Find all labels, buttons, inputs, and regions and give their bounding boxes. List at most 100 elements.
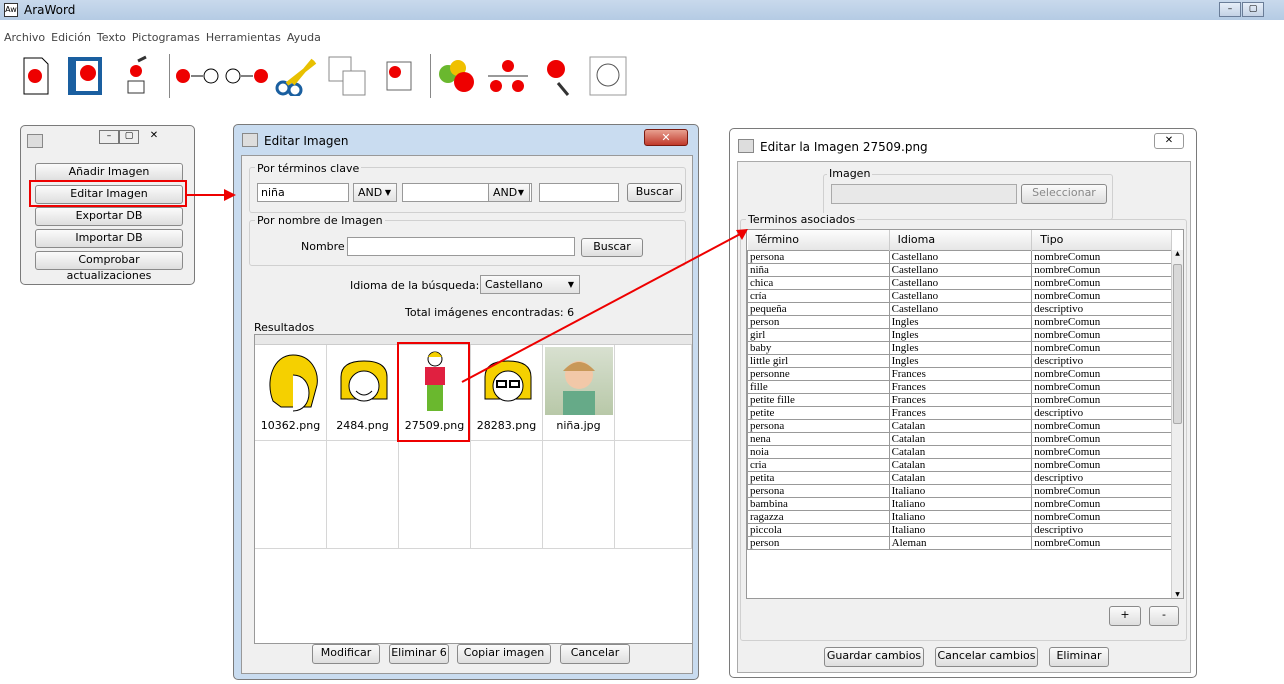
table-row[interactable]: baby Ingles nombreComun: [747, 340, 1172, 355]
table-row[interactable]: personne Frances nombreComun: [747, 366, 1172, 381]
cell-idioma[interactable]: Ingles: [888, 353, 1033, 368]
result-2484[interactable]: 2484.png: [327, 345, 399, 441]
cell-idioma[interactable]: Catalan: [888, 431, 1033, 446]
copy-pictogram-icon[interactable]: [325, 53, 369, 99]
table-row[interactable]: persona Italiano nombreComun: [747, 483, 1172, 498]
link-left-icon[interactable]: [175, 53, 219, 99]
cell-tipo[interactable]: nombreComun: [1031, 496, 1172, 511]
cancelar-cambios-button[interactable]: Cancelar cambios: [935, 647, 1038, 667]
cell-tipo[interactable]: nombreComun: [1031, 418, 1172, 433]
cell-idioma[interactable]: Catalan: [888, 457, 1033, 472]
cell-idioma[interactable]: Castellano: [888, 275, 1033, 290]
cell-tipo[interactable]: nombreComun: [1031, 483, 1172, 498]
cell-idioma[interactable]: Ingles: [888, 314, 1033, 329]
keyword3-input[interactable]: [539, 183, 619, 202]
table-row[interactable]: nena Catalan nombreComun: [747, 431, 1172, 446]
eliminar-imagen-button[interactable]: Eliminar: [1049, 647, 1109, 667]
cell-idioma[interactable]: Castellano: [888, 262, 1033, 277]
guardar-cambios-button[interactable]: Guardar cambios: [824, 647, 924, 667]
menu-texto[interactable]: Texto: [97, 31, 126, 44]
column-header-termino[interactable]: Término: [747, 230, 890, 250]
table-row[interactable]: petite fille Frances nombreComun: [747, 392, 1172, 407]
cell-idioma[interactable]: Ingles: [888, 340, 1033, 355]
cell-termino[interactable]: baby: [747, 340, 890, 355]
table-row[interactable]: cria Catalan nombreComun: [747, 457, 1172, 472]
table-row[interactable]: little girl Ingles descriptivo: [747, 353, 1172, 368]
cell-termino[interactable]: persona: [747, 418, 890, 433]
table-row[interactable]: ragazza Italiano nombreComun: [747, 509, 1172, 524]
table-row[interactable]: fille Frances nombreComun: [747, 379, 1172, 394]
image-path-input[interactable]: [831, 184, 1017, 204]
table-row[interactable]: person Aleman nombreComun: [747, 535, 1172, 550]
cell-tipo[interactable]: nombreComun: [1031, 249, 1172, 264]
importar-db-button[interactable]: Importar DB: [35, 229, 183, 248]
seleccionar-button[interactable]: Seleccionar: [1021, 184, 1107, 204]
paste-pictogram-icon[interactable]: [375, 53, 419, 99]
pictogram-grid-icon[interactable]: [486, 53, 530, 99]
cell-tipo[interactable]: descriptivo: [1031, 353, 1172, 368]
cell-tipo[interactable]: nombreComun: [1031, 509, 1172, 524]
menu-herramientas[interactable]: Herramientas: [206, 31, 281, 44]
table-scrollbar[interactable]: ▲ ▼: [1171, 250, 1183, 598]
cell-tipo[interactable]: descriptivo: [1031, 470, 1172, 485]
cell-idioma[interactable]: Castellano: [888, 249, 1033, 264]
cell-termino[interactable]: niña: [747, 262, 890, 277]
scroll-down-icon[interactable]: ▼: [1172, 591, 1183, 598]
close-button[interactable]: ✕: [139, 130, 169, 144]
cell-tipo[interactable]: nombreComun: [1031, 340, 1172, 355]
comprobar-actualizaciones-button[interactable]: Comprobar actualizaciones: [35, 251, 183, 282]
table-row[interactable]: petite Frances descriptivo: [747, 405, 1172, 420]
cell-termino[interactable]: bambina: [747, 496, 890, 511]
cell-idioma[interactable]: Frances: [888, 392, 1033, 407]
cell-tipo[interactable]: nombreComun: [1031, 262, 1172, 277]
close-button[interactable]: ✕: [1154, 133, 1184, 149]
cell-tipo[interactable]: nombreComun: [1031, 444, 1172, 459]
cell-termino[interactable]: cría: [747, 288, 890, 303]
cell-idioma[interactable]: Catalan: [888, 470, 1033, 485]
cell-idioma[interactable]: Italiano: [888, 496, 1033, 511]
cell-tipo[interactable]: nombreComun: [1031, 314, 1172, 329]
cell-termino[interactable]: cria: [747, 457, 890, 472]
table-row[interactable]: girl Ingles nombreComun: [747, 327, 1172, 342]
cell-termino[interactable]: ragazza: [747, 509, 890, 524]
menu-archivo[interactable]: Archivo: [4, 31, 45, 44]
cell-termino[interactable]: petita: [747, 470, 890, 485]
cell-idioma[interactable]: Frances: [888, 405, 1033, 420]
cell-termino[interactable]: personne: [747, 366, 890, 381]
table-row[interactable]: niña Castellano nombreComun: [747, 262, 1172, 277]
cell-tipo[interactable]: nombreComun: [1031, 379, 1172, 394]
cell-tipo[interactable]: nombreComun: [1031, 392, 1172, 407]
cell-tipo[interactable]: nombreComun: [1031, 535, 1172, 550]
table-row[interactable]: cría Castellano nombreComun: [747, 288, 1172, 303]
maximize-button[interactable]: ▢: [119, 130, 139, 144]
cell-termino[interactable]: noia: [747, 444, 890, 459]
close-button[interactable]: ✕: [644, 129, 688, 146]
cell-tipo[interactable]: descriptivo: [1031, 301, 1172, 316]
column-header-tipo[interactable]: Tipo: [1031, 230, 1172, 250]
minimize-button[interactable]: –: [1219, 2, 1241, 17]
add-term-button[interactable]: +: [1109, 606, 1141, 626]
cell-termino[interactable]: fille: [747, 379, 890, 394]
table-row[interactable]: piccola Italiano descriptivo: [747, 522, 1172, 537]
table-row[interactable]: person Ingles nombreComun: [747, 314, 1172, 329]
cell-idioma[interactable]: Frances: [888, 366, 1033, 381]
cell-termino[interactable]: person: [747, 314, 890, 329]
cell-tipo[interactable]: nombreComun: [1031, 431, 1172, 446]
op1-select[interactable]: AND ▼: [353, 183, 397, 202]
maximize-button[interactable]: ▢: [1242, 2, 1264, 17]
menu-pictogramas[interactable]: Pictogramas: [132, 31, 200, 44]
pictogram-hand-icon[interactable]: [114, 53, 158, 99]
cell-termino[interactable]: petite fille: [747, 392, 890, 407]
open-document-icon[interactable]: [64, 53, 108, 99]
cell-tipo[interactable]: nombreComun: [1031, 288, 1172, 303]
scissors-icon[interactable]: [275, 53, 319, 99]
table-row[interactable]: pequeña Castellano descriptivo: [747, 301, 1172, 316]
cell-termino[interactable]: pequeña: [747, 301, 890, 316]
cell-termino[interactable]: little girl: [747, 353, 890, 368]
cell-idioma[interactable]: Italiano: [888, 522, 1033, 537]
cell-idioma[interactable]: Aleman: [888, 535, 1033, 550]
cell-termino[interactable]: piccola: [747, 522, 890, 537]
cell-idioma[interactable]: Catalan: [888, 418, 1033, 433]
table-row[interactable]: chica Castellano nombreComun: [747, 275, 1172, 290]
cell-tipo[interactable]: nombreComun: [1031, 275, 1172, 290]
